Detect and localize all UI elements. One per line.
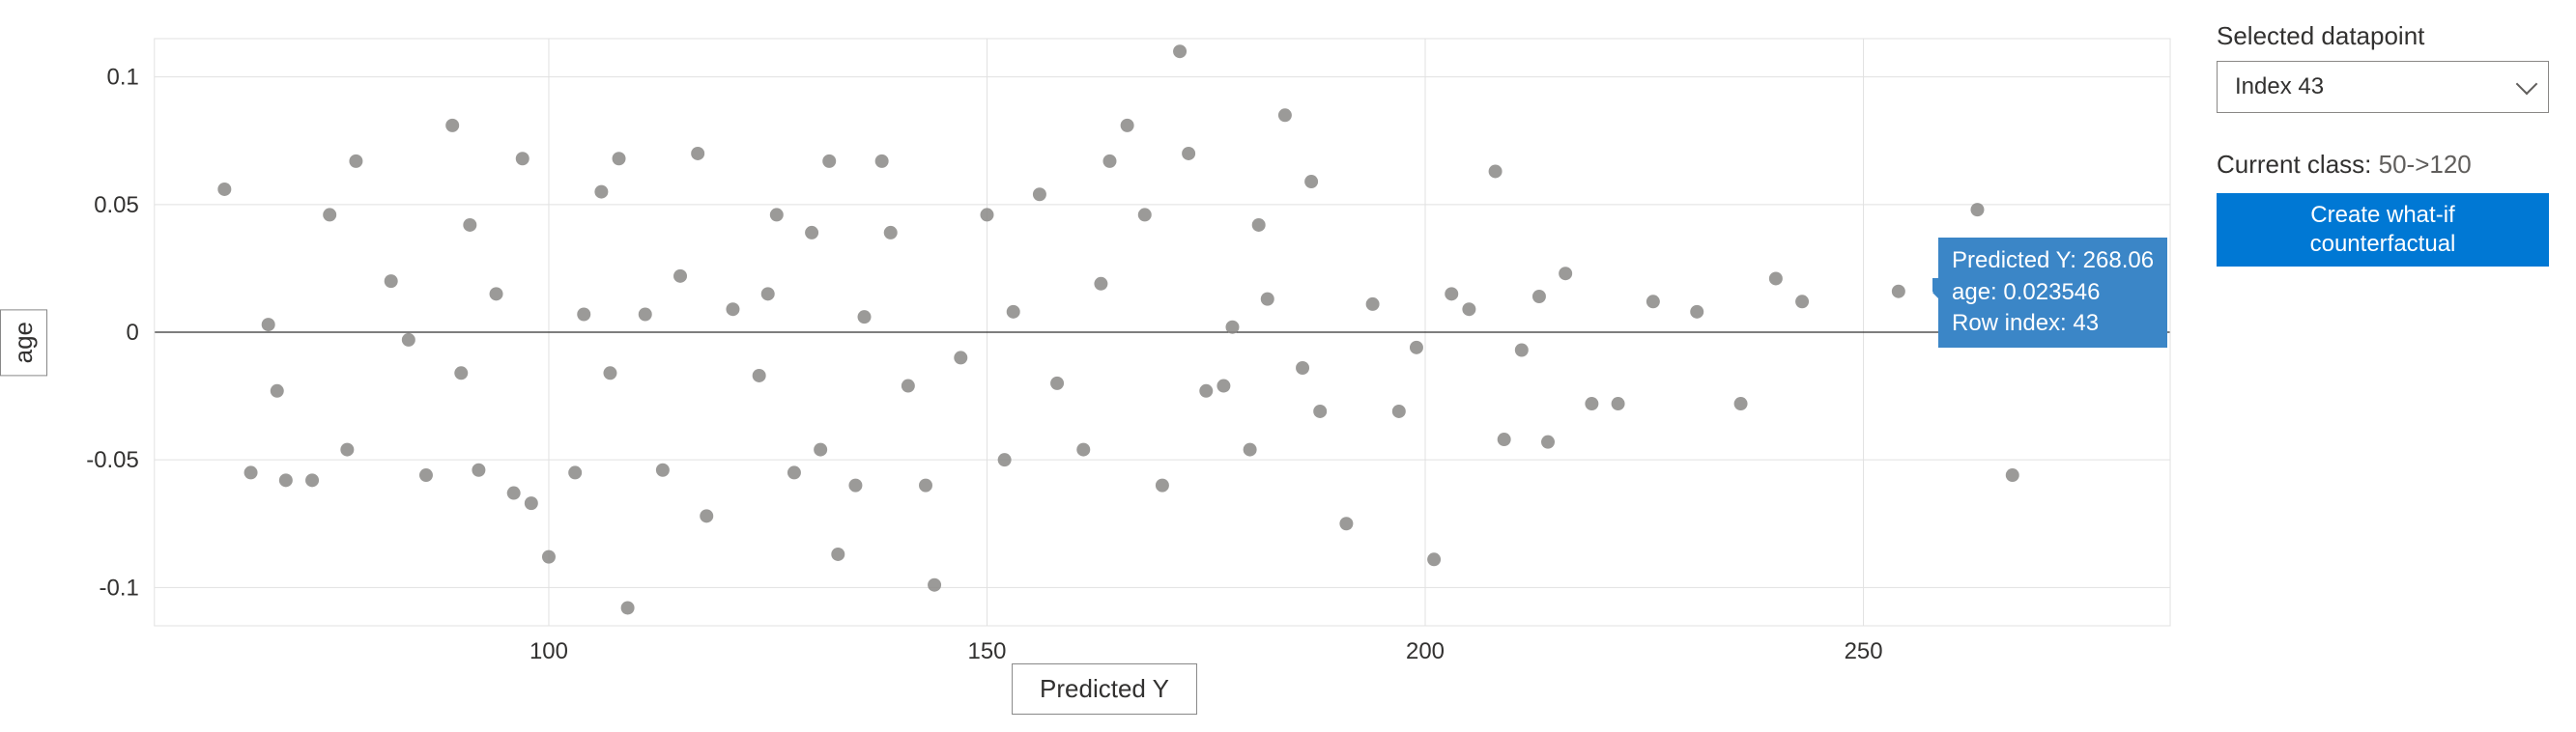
current-class-label: Current class:	[2217, 150, 2371, 179]
svg-text:0: 0	[126, 320, 138, 346]
point-tooltip: Predicted Y: 268.06 age: 0.023546 Row in…	[1938, 238, 2167, 347]
side-panel: Selected datapoint Index 43 Current clas…	[2209, 0, 2576, 732]
selected-datapoint-dropdown[interactable]: Index 43	[2217, 61, 2549, 113]
svg-text:0.1: 0.1	[107, 65, 139, 91]
svg-text:-0.1: -0.1	[100, 575, 139, 601]
svg-text:100: 100	[530, 638, 568, 664]
tooltip-line-age: age: 0.023546	[1952, 277, 2154, 308]
svg-text:250: 250	[1845, 638, 1883, 664]
scatter-chart[interactable]: -0.1 -0.05 0 0.05 0.1 100 150 200 250 age Predic…	[0, 0, 2209, 732]
svg-text:-0.05: -0.05	[86, 447, 139, 473]
selected-datapoint-label: Selected datapoint	[2217, 21, 2549, 51]
tooltip-line-predicted: Predicted Y: 268.06	[1952, 245, 2154, 276]
create-counterfactual-button[interactable]: Create what-if counterfactual	[2217, 193, 2549, 267]
x-axis-label[interactable]: Predicted Y	[1012, 663, 1197, 715]
current-class: Current class: 50->120	[2217, 150, 2549, 180]
chevron-down-icon	[2516, 73, 2538, 96]
chart-canvas[interactable]: -0.1 -0.05 0 0.05 0.1 100 150 200 250	[39, 19, 2190, 713]
button-text-2: counterfactual	[2310, 231, 2456, 257]
svg-text:150: 150	[968, 638, 1007, 664]
tooltip-line-row: Row index: 43	[1952, 308, 2154, 339]
dropdown-value: Index 43	[2235, 73, 2324, 100]
button-text-1: Create what-if	[2310, 202, 2454, 228]
svg-text:200: 200	[1406, 638, 1445, 664]
current-class-value: 50->120	[2379, 150, 2472, 179]
x-axis-label-text: Predicted Y	[1040, 674, 1169, 703]
svg-text:0.05: 0.05	[94, 192, 139, 218]
y-axis-label-text: age	[9, 322, 38, 363]
y-axis-label[interactable]: age	[0, 309, 47, 376]
